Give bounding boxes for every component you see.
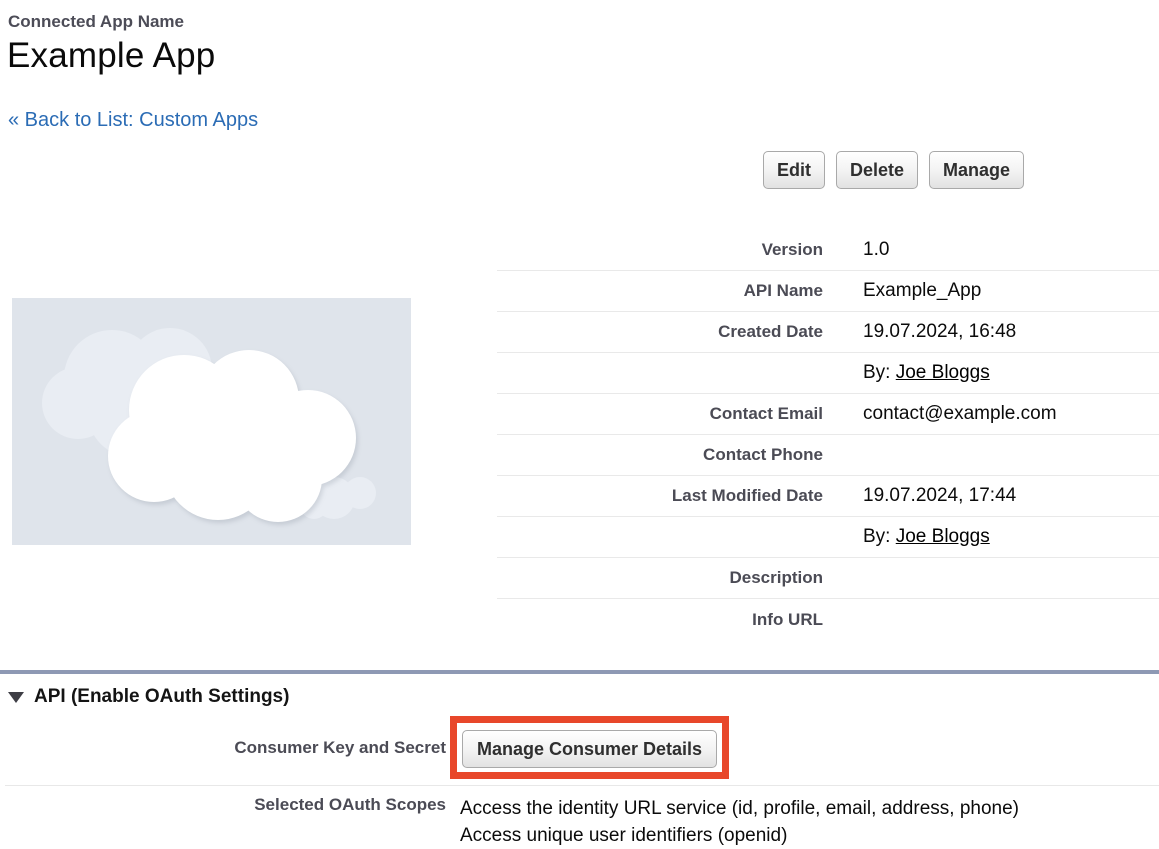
field-label: Info URL (497, 610, 823, 630)
detail-row-modified-by: By: Joe Bloggs (497, 517, 1159, 558)
created-by-user-link[interactable]: Joe Bloggs (896, 362, 990, 383)
detail-row-contact-email: Contact Email contact@example.com (497, 394, 1159, 435)
consumer-key-label: Consumer Key and Secret (5, 738, 446, 758)
field-label: Version (497, 240, 823, 260)
by-prefix: By: (863, 362, 896, 383)
field-label: Contact Phone (497, 445, 823, 465)
manage-consumer-details-button[interactable]: Manage Consumer Details (462, 730, 717, 768)
field-value: 19.07.2024, 17:44 (823, 485, 1016, 507)
field-label: API Name (497, 281, 823, 301)
consumer-key-row: Consumer Key and Secret Manage Consumer … (5, 710, 1159, 786)
manage-button[interactable]: Manage (929, 151, 1024, 189)
by-prefix: By: (863, 526, 896, 547)
field-value: 1.0 (823, 239, 889, 261)
oauth-section-header[interactable]: API (Enable OAuth Settings) (8, 686, 289, 708)
oauth-scopes-label: Selected OAuth Scopes (5, 795, 446, 815)
field-value: By: Joe Bloggs (823, 526, 990, 548)
oauth-table: Consumer Key and Secret Manage Consumer … (5, 710, 1159, 849)
oauth-scopes-values: Access the identity URL service (id, pro… (446, 795, 1019, 849)
field-label: Created Date (497, 322, 823, 342)
field-value: Example_App (823, 280, 981, 302)
detail-row-info-url: Info URL (497, 599, 1159, 640)
detail-row-version: Version 1.0 (497, 230, 1159, 271)
page-title: Example App (7, 36, 215, 76)
field-label: Description (497, 568, 823, 588)
red-highlight-annotation: Manage Consumer Details (450, 716, 729, 779)
detail-row-last-modified: Last Modified Date 19.07.2024, 17:44 (497, 476, 1159, 517)
entity-label: Connected App Name (8, 12, 184, 32)
oauth-scopes-row: Selected OAuth Scopes Access the identit… (5, 786, 1159, 849)
detail-table: Version 1.0 API Name Example_App Created… (497, 230, 1159, 640)
app-logo (12, 298, 411, 545)
field-value: 19.07.2024, 16:48 (823, 321, 1016, 343)
oauth-section-title: API (Enable OAuth Settings) (34, 686, 289, 708)
cloud-icon (12, 298, 411, 545)
delete-button[interactable]: Delete (836, 151, 918, 189)
oauth-scope-item: Access the identity URL service (id, pro… (460, 795, 1019, 822)
field-label: Contact Email (497, 404, 823, 424)
field-value: contact@example.com (823, 403, 1057, 425)
detail-row-description: Description (497, 558, 1159, 599)
modified-by-user-link[interactable]: Joe Bloggs (896, 526, 990, 547)
field-label: Last Modified Date (497, 486, 823, 506)
back-to-list-link[interactable]: « Back to List: Custom Apps (8, 109, 258, 132)
toolbar: Edit Delete Manage (763, 151, 1024, 189)
detail-row-created-date: Created Date 19.07.2024, 16:48 (497, 312, 1159, 353)
edit-button[interactable]: Edit (763, 151, 825, 189)
collapse-triangle-icon[interactable] (8, 692, 24, 703)
detail-row-created-by: By: Joe Bloggs (497, 353, 1159, 394)
field-value: By: Joe Bloggs (823, 362, 990, 384)
section-divider (0, 670, 1159, 674)
detail-row-api-name: API Name Example_App (497, 271, 1159, 312)
oauth-scope-item: Access unique user identifiers (openid) (460, 822, 1019, 849)
detail-row-contact-phone: Contact Phone (497, 435, 1159, 476)
